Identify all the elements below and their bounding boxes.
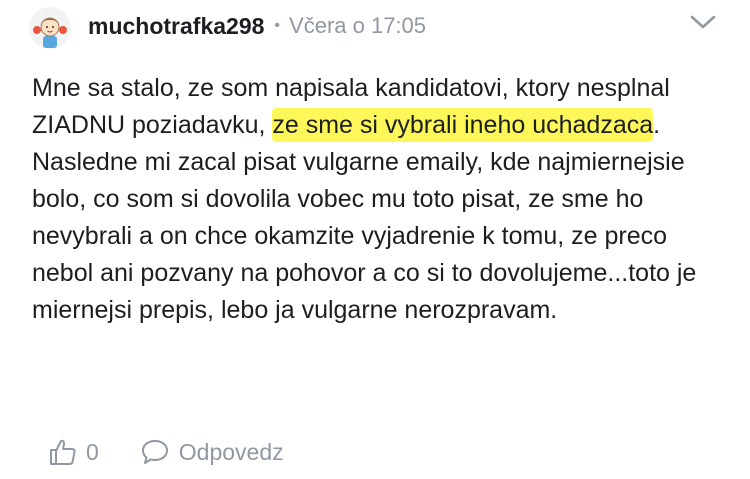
- comment-header: muchotrafka298 • Včera o 17:05: [88, 10, 426, 42]
- like-count: 0: [86, 438, 99, 465]
- thumbs-up-icon: [50, 439, 76, 465]
- reply-label: Odpovedz: [178, 438, 284, 465]
- reply-button[interactable]: Odpovedz: [141, 439, 284, 466]
- highlighted-text: ze sme si vybrali ineho uchadzaca: [272, 111, 654, 139]
- comment-text-part: . Nasledne mi zacal pisat vulgarne email…: [32, 111, 697, 324]
- avatar[interactable]: [28, 6, 72, 50]
- chevron-down-icon: [690, 15, 716, 29]
- username-link[interactable]: muchotrafka298: [88, 13, 264, 40]
- separator-dot: •: [274, 17, 281, 34]
- comment-actions: 0 Odpovedz: [48, 434, 284, 470]
- comment-menu-button[interactable]: [688, 12, 718, 32]
- speech-bubble-icon: [141, 440, 168, 464]
- comment-text: Mne sa stalo, ze som napisala kandidatov…: [32, 70, 732, 329]
- girl-avatar-icon: [29, 7, 71, 49]
- timestamp[interactable]: Včera o 17:05: [289, 13, 426, 39]
- like-button[interactable]: 0: [48, 437, 99, 467]
